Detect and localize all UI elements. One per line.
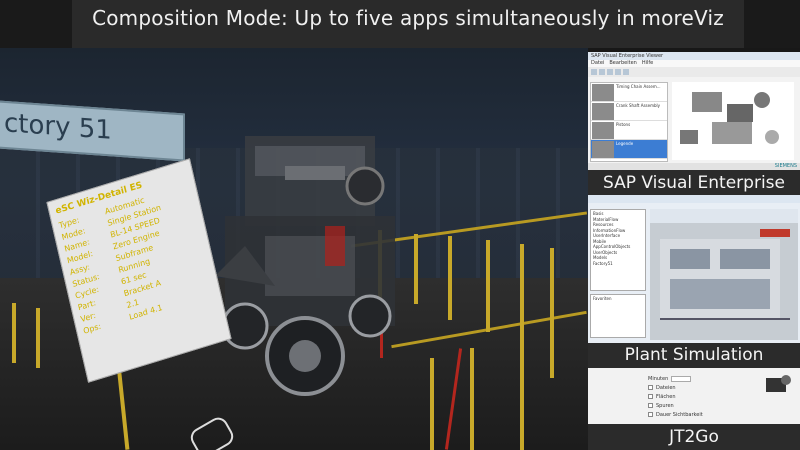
jt-row: Dateien: [648, 383, 738, 392]
jt-row: Dauer Sichtbarkeit: [648, 410, 738, 419]
sap-step-item[interactable]: Pistons: [591, 121, 667, 140]
jt-row: Spuren: [648, 401, 738, 410]
thumbnail-icon: [592, 84, 614, 101]
jt-model-thumbnail-icon: [766, 375, 791, 392]
jt-settings-form: Minuten Dateien Flächen Spuren Dauer Sic…: [648, 374, 738, 422]
jt-field-label: Minuten: [648, 375, 669, 382]
jt-input[interactable]: [671, 375, 692, 382]
railing-post: [12, 303, 16, 363]
plant-window-title: [588, 195, 800, 203]
plant-favorites: Favoriten: [590, 294, 646, 338]
sap-toolbar: [588, 67, 800, 77]
jt-row: Minuten: [648, 374, 738, 383]
jt-field-label: Dauer Sichtbarkeit: [656, 411, 703, 418]
sap-step-text: Crank Shaft Assembly: [616, 103, 660, 108]
tool-button-icon[interactable]: [615, 69, 621, 75]
railing-post: [550, 248, 554, 378]
jt-checkbox[interactable]: [648, 403, 653, 408]
thumbnail-icon: [592, 122, 614, 139]
sap-menu-item[interactable]: Bearbeiten: [609, 60, 636, 67]
thumbnail-icon: [592, 141, 614, 158]
jt-field-label: Dateien: [656, 384, 676, 391]
caption-title: Composition Mode: Up to five apps simult…: [92, 6, 724, 30]
jt-checkbox[interactable]: [648, 394, 653, 399]
railing-post: [430, 358, 434, 450]
jt-row: Flächen: [648, 392, 738, 401]
jt-field-label: Spuren: [656, 402, 674, 409]
sap-menu-item[interactable]: Datei: [591, 60, 604, 67]
tool-button-icon[interactable]: [607, 69, 613, 75]
siemens-logo: SIEMENS: [588, 163, 800, 170]
sap-menu-item[interactable]: Hilfe: [642, 60, 653, 67]
sap-step-item[interactable]: Legende: [591, 140, 667, 159]
jt-checkbox[interactable]: [648, 412, 653, 417]
jt-field-label: Flächen: [656, 393, 676, 400]
tool-button-icon[interactable]: [599, 69, 605, 75]
vr-viewport[interactable]: ctory 51 eSC Wiz-Detail ES Type: Automati…: [0, 48, 588, 450]
sap-label: SAP Visual Enterprise: [588, 170, 800, 196]
jt2go-panel[interactable]: Minuten Dateien Flächen Spuren Dauer Sic…: [588, 368, 800, 424]
engine-model[interactable]: [185, 126, 425, 426]
plant-sim-panel[interactable]: Basis MaterialFlow Resources Information…: [588, 195, 800, 343]
railing-post: [448, 236, 452, 320]
sap-window-title: SAP Visual Enterprise Viewer: [588, 52, 800, 60]
railing-post: [36, 308, 40, 368]
sap-exploded-view[interactable]: [672, 82, 794, 160]
jt-checkbox[interactable]: [648, 385, 653, 390]
tool-button-icon[interactable]: [591, 69, 597, 75]
sap-menu-bar: Datei Bearbeiten Hilfe: [588, 60, 800, 67]
plant-label: Plant Simulation: [588, 343, 800, 368]
sap-step-text: Legende: [616, 141, 634, 146]
sap-step-item[interactable]: Timing Chain Assem...: [591, 83, 667, 102]
thumbnail-icon: [592, 103, 614, 120]
tool-button-icon[interactable]: [623, 69, 629, 75]
sap-app-panel[interactable]: SAP Visual Enterprise Viewer Datei Bearb…: [588, 52, 800, 170]
plant-class-library: Basis MaterialFlow Resources Information…: [590, 209, 646, 291]
railing-post: [486, 240, 490, 332]
plant-3d-view[interactable]: [650, 209, 798, 340]
sap-step-text: Timing Chain Assem...: [616, 84, 661, 89]
sap-step-list: Timing Chain Assem... Crank Shaft Assemb…: [590, 82, 668, 162]
tree-item[interactable]: Factory51: [593, 261, 643, 267]
railing-post: [520, 338, 524, 450]
jt-label: JT2Go: [588, 424, 800, 450]
sap-step-text: Pistons: [616, 122, 631, 127]
favorites-title: Favoriten: [593, 296, 612, 301]
railing-post: [470, 348, 474, 450]
sap-step-item[interactable]: Crank Shaft Assembly: [591, 102, 667, 121]
